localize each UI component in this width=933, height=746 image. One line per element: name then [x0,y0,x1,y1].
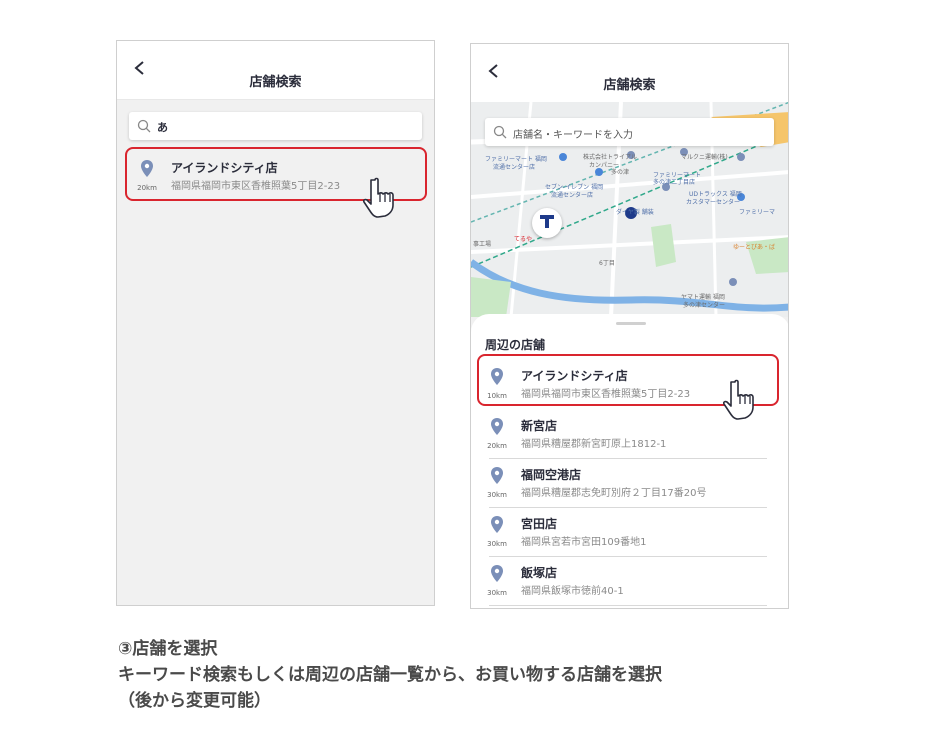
map-label: てるや [514,236,533,243]
map-label: ファミリーマ [739,209,776,216]
search-placeholder: 店舗名・キーワードを入力 [513,130,633,141]
location-pin-icon [491,418,503,435]
section-title: 周辺の店舗 [485,338,546,352]
search-input[interactable]: あ [129,112,422,140]
location-pin-icon [491,467,503,484]
search-icon [137,119,151,133]
divider [489,507,767,508]
map-label: カスタマーセンター [686,199,741,206]
store-name: 新宮店 [521,419,558,433]
caption-body: キーワード検索もしくは周辺の店舗一覧から、お買い物する店舗を選択 [118,665,662,685]
map-label: 流通センター店 [551,192,594,199]
pointing-hand-icon [363,177,394,218]
right-phone-screen: 店舗検索 ファミリーマート 福岡 流通センター店 株式会社トライアル カンパニー… [470,43,789,609]
store-address: 福岡県飯塚市徳前40-1 [521,586,624,597]
store-logo-stem [545,218,549,228]
header: 店舗検索 [471,44,788,103]
map-marker[interactable] [532,208,562,238]
store-name: 宮田店 [521,517,558,531]
map-label: 6丁目 [599,260,615,267]
store-list-item[interactable]: 30km 宮田店 福岡県宮若市宮田109番地1 [481,509,779,557]
store-distance: 20km [487,442,507,450]
divider [489,458,767,459]
location-pin-icon [491,565,503,582]
map-label: 流通センター店 [493,164,536,171]
divider [489,605,767,606]
map-label: 多の津二丁目店 [653,179,696,186]
map-label: 多の津センター [683,302,726,309]
store-address: 福岡県糟屋郡志免町別府２丁目17番20号 [521,488,707,499]
store-distance: 30km [487,540,507,548]
store-name: 飯塚店 [521,566,558,580]
map-label: 事工場 [473,241,492,248]
store-address: 福岡県宮若市宮田109番地1 [521,537,647,548]
store-distance: 30km [487,491,507,499]
divider [489,556,767,557]
location-pin-icon [491,516,503,533]
caption-note: （後から変更可能） [118,691,271,711]
store-distance: 30km [487,589,507,597]
left-phone-screen: 店舗検索 あ 20km アイランドシティ店 福岡県福岡市東区香椎照葉5丁目2-2… [116,40,435,606]
store-address: 福岡県糟屋郡新宮町原上1812-1 [521,439,667,450]
page-title: 店舗検索 [249,75,302,90]
search-icon [493,125,507,139]
map-label: マルクニ運輸(株) [681,154,728,161]
page-title: 店舗検索 [603,78,656,93]
search-input[interactable]: 店舗名・キーワードを入力 [485,118,774,146]
map-label: ゆーとぴあ・ば [733,244,776,251]
nearby-stores-sheet: 周辺の店舗 10km アイランドシティ店 福岡県福岡市東区香椎照葉5丁目2-23… [471,314,788,608]
search-value: あ [157,121,168,134]
map-label: 多の津 [611,169,630,176]
caption-heading: ③店舗を選択 [118,639,218,659]
map-label: ダイヤ製 舗装 [616,209,654,216]
header: 店舗検索 [117,41,434,100]
sheet-handle[interactable] [616,322,646,325]
store-list-item[interactable]: 30km 飯塚店 福岡県飯塚市徳前40-1 [481,558,779,606]
store-name: 福岡空港店 [521,468,582,482]
store-list-item[interactable]: 30km 福岡空港店 福岡県糟屋郡志免町別府２丁目17番20号 [481,460,779,508]
pointing-hand-icon [723,379,754,420]
